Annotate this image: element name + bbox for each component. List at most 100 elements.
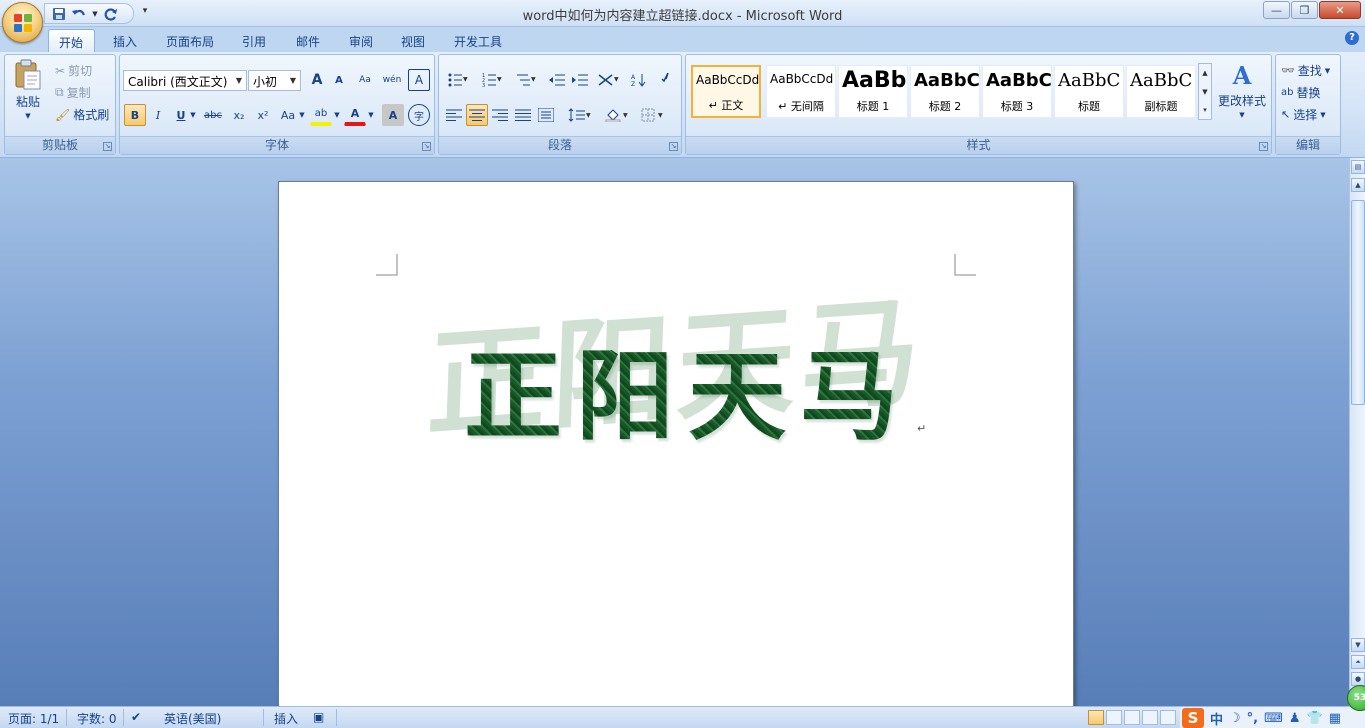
styles-launcher-icon[interactable]: ↘ bbox=[1259, 142, 1268, 151]
ime-user-icon[interactable]: ♟ bbox=[1289, 711, 1301, 726]
restore-button[interactable]: ❐ bbox=[1291, 1, 1318, 19]
ruler-toggle-icon[interactable]: ▤ bbox=[1351, 160, 1365, 174]
font-color-button[interactable]: A bbox=[344, 104, 366, 126]
tab-mailings[interactable]: 邮件 bbox=[286, 29, 330, 52]
styles-gallery-scroller[interactable]: ▲ ▼ ▾ bbox=[1198, 63, 1212, 120]
outline-view-icon[interactable] bbox=[1142, 710, 1158, 725]
decrease-indent-button[interactable] bbox=[546, 69, 568, 91]
paragraph-launcher-icon[interactable]: ↘ bbox=[669, 142, 678, 151]
align-right-button[interactable] bbox=[489, 104, 511, 126]
phonetic-guide-button[interactable]: wén bbox=[381, 69, 403, 91]
change-styles-button[interactable]: A 更改样式 ▼ bbox=[1216, 61, 1268, 119]
tab-references[interactable]: 引用 bbox=[232, 29, 276, 52]
cut-button[interactable]: ✂ 剪切 bbox=[55, 62, 92, 79]
ime-toolbox-icon[interactable]: ▦ bbox=[1329, 711, 1341, 726]
multilevel-list-button[interactable]: ▼ bbox=[511, 69, 541, 91]
vertical-scrollbar[interactable]: ▤ ▲ ▼ ⏶ ● bbox=[1349, 158, 1365, 706]
tab-review[interactable]: 审阅 bbox=[339, 29, 383, 52]
change-styles-dropdown-icon[interactable]: ▼ bbox=[1239, 111, 1244, 119]
ime-keyboard-icon[interactable]: ⌨ bbox=[1264, 711, 1283, 726]
sogou-ime-logo[interactable]: S bbox=[1182, 708, 1204, 728]
paste-button[interactable]: 粘贴 ▼ bbox=[11, 59, 45, 120]
page-count[interactable]: 页面: 1/1 bbox=[8, 710, 59, 727]
superscript-button[interactable]: x² bbox=[252, 104, 274, 126]
chinese-layout-button[interactable]: ▼ bbox=[594, 69, 624, 91]
text-highlight-button[interactable]: ab bbox=[310, 104, 332, 126]
italic-button[interactable]: I bbox=[147, 104, 169, 126]
font-name-combo[interactable]: Calibri (西文正文) ▼ bbox=[123, 70, 247, 91]
help-icon[interactable]: ? bbox=[1345, 31, 1359, 45]
office-button[interactable] bbox=[2, 2, 43, 43]
previous-page-icon[interactable]: ⏶ bbox=[1351, 655, 1365, 669]
insert-mode-status[interactable]: 插入 bbox=[274, 710, 298, 727]
font-size-dropdown-icon[interactable]: ▼ bbox=[286, 71, 300, 90]
distributed-button[interactable] bbox=[535, 104, 557, 126]
clear-formatting-button[interactable]: Aa bbox=[354, 69, 376, 91]
scroll-thumb[interactable] bbox=[1351, 200, 1365, 405]
style-heading-3[interactable]: AaBbC 标题 3 bbox=[982, 65, 1052, 118]
ime-halfwidth-icon[interactable]: ☽ bbox=[1229, 711, 1241, 726]
numbering-button[interactable]: 1 2 3 ▼ bbox=[477, 69, 507, 91]
shrink-font-button[interactable]: A bbox=[328, 69, 350, 91]
borders-button[interactable]: ▼ bbox=[637, 104, 669, 126]
select-dropdown-icon[interactable]: ▼ bbox=[1320, 111, 1325, 119]
full-screen-reading-view-icon[interactable] bbox=[1106, 710, 1122, 725]
minimize-button[interactable]: — bbox=[1263, 1, 1290, 19]
print-layout-view-icon[interactable] bbox=[1088, 710, 1104, 725]
tab-developer[interactable]: 开发工具 bbox=[444, 29, 512, 52]
style-subtitle[interactable]: AaBbC 副标题 bbox=[1126, 65, 1196, 118]
style-normal[interactable]: AaBbCcDd ↵ 正文 bbox=[691, 65, 761, 118]
font-launcher-icon[interactable]: ↘ bbox=[422, 142, 431, 151]
paste-dropdown-icon[interactable]: ▼ bbox=[25, 112, 30, 120]
font-size-combo[interactable]: 小初 ▼ bbox=[248, 70, 301, 91]
increase-indent-button[interactable] bbox=[569, 69, 591, 91]
ime-punctuation-icon[interactable]: °, bbox=[1247, 711, 1258, 726]
bullets-button[interactable]: ▼ bbox=[443, 69, 473, 91]
gallery-up-icon[interactable]: ▲ bbox=[1199, 64, 1211, 83]
style-heading-2[interactable]: AaBbC 标题 2 bbox=[910, 65, 980, 118]
bold-button[interactable]: B bbox=[124, 104, 146, 126]
tab-view[interactable]: 视图 bbox=[391, 29, 435, 52]
style-heading-1[interactable]: AaBb 标题 1 bbox=[838, 65, 908, 118]
align-left-button[interactable] bbox=[443, 104, 465, 126]
font-name-dropdown-icon[interactable]: ▼ bbox=[232, 71, 246, 90]
proofing-icon[interactable]: ✔ bbox=[131, 710, 141, 724]
strikethrough-button[interactable]: abc bbox=[202, 104, 224, 126]
tab-home[interactable]: 开始 bbox=[48, 29, 95, 52]
tab-insert[interactable]: 插入 bbox=[103, 29, 147, 52]
scroll-up-icon[interactable]: ▲ bbox=[1351, 178, 1365, 192]
find-dropdown-icon[interactable]: ▼ bbox=[1325, 67, 1330, 75]
replace-button[interactable]: ab 替换 bbox=[1281, 84, 1321, 101]
subscript-button[interactable]: x₂ bbox=[228, 104, 250, 126]
select-button[interactable]: ↖ 选择 ▼ bbox=[1281, 106, 1326, 123]
clipboard-launcher-icon[interactable]: ↘ bbox=[103, 142, 112, 151]
scroll-down-icon[interactable]: ▼ bbox=[1351, 638, 1365, 652]
web-layout-view-icon[interactable] bbox=[1124, 710, 1140, 725]
sort-button[interactable]: AZ bbox=[628, 69, 650, 91]
wordart-text[interactable]: 正阳天马 bbox=[464, 317, 912, 459]
word-count[interactable]: 字数: 0 bbox=[77, 710, 117, 727]
change-case-dropdown-icon[interactable]: ▼ bbox=[297, 104, 307, 126]
justify-button[interactable] bbox=[512, 104, 534, 126]
language-status[interactable]: 英语(美国) bbox=[164, 710, 221, 727]
align-center-button[interactable] bbox=[466, 104, 488, 126]
document-page[interactable]: 正阳天马 正阳天马 ↵ bbox=[278, 181, 1074, 706]
macro-record-icon[interactable]: ▣ bbox=[313, 710, 324, 724]
select-browse-object-icon[interactable]: ● bbox=[1351, 672, 1365, 686]
line-spacing-button[interactable]: ▼ bbox=[564, 104, 596, 126]
ime-skin-icon[interactable]: 👕 bbox=[1307, 711, 1323, 726]
find-button[interactable]: 👓 查找 ▼ bbox=[1281, 62, 1330, 79]
character-shading-button[interactable]: A bbox=[382, 104, 404, 126]
format-painter-button[interactable]: 🖌 格式刷 bbox=[55, 106, 109, 123]
close-button[interactable]: ✕ bbox=[1319, 1, 1361, 19]
draft-view-icon[interactable] bbox=[1160, 710, 1176, 725]
highlight-dropdown-icon[interactable]: ▼ bbox=[332, 104, 342, 126]
gallery-more-icon[interactable]: ▾ bbox=[1199, 102, 1211, 119]
style-title[interactable]: AaBbC 标题 bbox=[1054, 65, 1124, 118]
underline-dropdown-icon[interactable]: ▼ bbox=[188, 104, 198, 126]
shading-button[interactable]: ▼ bbox=[601, 104, 633, 126]
tab-page-layout[interactable]: 页面布局 bbox=[156, 29, 224, 52]
change-case-button[interactable]: Aa bbox=[277, 104, 299, 126]
show-formatting-marks-button[interactable] bbox=[653, 69, 675, 91]
character-border-button[interactable]: A bbox=[408, 69, 430, 91]
